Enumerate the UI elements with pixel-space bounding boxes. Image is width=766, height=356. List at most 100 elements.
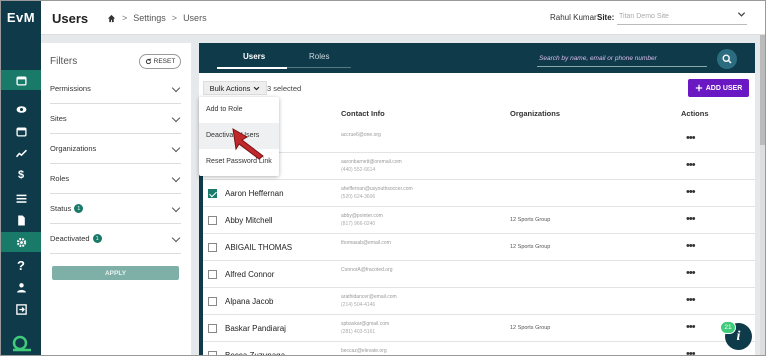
row-checkbox[interactable] — [208, 243, 217, 252]
app-window: EvM $ ? Users > Settings > Users Rahul K… — [0, 0, 766, 356]
home-icon[interactable] — [107, 14, 116, 23]
tab-bar: Users Roles Search by name, email or pho… — [199, 43, 755, 73]
table-row[interactable]: Becca Zuzunaga beccaz@elevate.org ••• — [199, 342, 755, 355]
user-name[interactable]: ABIGAIL THOMAS — [225, 243, 292, 252]
chart-icon[interactable] — [1, 143, 41, 163]
row-actions-button[interactable]: ••• — [686, 186, 696, 198]
chevron-down-icon — [171, 203, 181, 213]
chevron-down-icon[interactable] — [737, 10, 746, 19]
reset-label: RESET — [153, 58, 176, 65]
row-marker — [199, 234, 203, 261]
breadcrumb-settings[interactable]: Settings — [133, 13, 166, 23]
plus-icon — [695, 84, 702, 92]
row-actions-button[interactable]: ••• — [686, 267, 696, 279]
help-icon[interactable]: ? — [1, 255, 41, 275]
filter-label: Sites — [50, 114, 67, 123]
users-panel: Users Roles Search by name, email or pho… — [199, 43, 755, 355]
app-logo: EvM — [6, 9, 36, 25]
user-name[interactable]: Abby Mitchell — [225, 216, 273, 225]
table-row[interactable]: accrue6@one.org ••• — [199, 126, 755, 153]
filter-label: Roles — [50, 174, 70, 183]
row-marker — [199, 315, 203, 342]
user-phone: (440) 552-6614 — [341, 167, 376, 173]
gear-icon[interactable] — [1, 232, 41, 252]
current-user-name[interactable]: Rahul Kumar — [550, 13, 597, 22]
user-name[interactable]: Aaron Heffernan — [225, 189, 284, 198]
person-icon[interactable] — [1, 277, 41, 297]
column-header-contact[interactable]: Contact Info — [341, 109, 385, 118]
row-checkbox[interactable] — [208, 297, 217, 306]
user-name[interactable]: Alfred Connor — [225, 270, 274, 279]
row-actions-button[interactable]: ••• — [686, 159, 696, 171]
filter-deactivated[interactable]: Deactivated 1 — [50, 224, 181, 254]
user-email: beccaz@elevate.org — [341, 348, 387, 354]
user-name[interactable]: Alpana Jacob — [225, 297, 273, 306]
bulk-actions-label: Bulk Actions — [209, 83, 251, 93]
row-actions-button[interactable]: ••• — [686, 321, 696, 333]
chevron-down-icon — [171, 83, 181, 93]
search-icon — [722, 54, 732, 64]
scrollbar-thumb[interactable] — [760, 35, 765, 145]
table-row[interactable]: Abby Mitchell abby@pointer.com (817) 966-0… — [199, 207, 755, 234]
row-actions-button[interactable]: ••• — [686, 348, 696, 355]
row-actions-button[interactable]: ••• — [686, 294, 696, 306]
calendar-icon[interactable] — [1, 121, 41, 141]
logout-icon[interactable] — [1, 299, 41, 319]
add-user-button[interactable]: ADD USER — [688, 79, 749, 97]
row-actions-button[interactable]: ••• — [686, 213, 696, 225]
tab-users[interactable]: Users — [243, 52, 265, 61]
filter-organizations[interactable]: Organizations — [50, 134, 181, 164]
filter-label: Status — [50, 204, 72, 213]
filters-panel: Filters RESET Permissions Sites Organiza… — [41, 43, 191, 355]
table-row[interactable]: ABIGAIL THOMAS thomasab@email.com 12 Sport… — [199, 234, 755, 261]
breadcrumb-users: Users — [183, 13, 207, 23]
row-actions-button[interactable]: ••• — [686, 132, 696, 144]
user-name[interactable]: Becca Zuzunaga — [225, 351, 285, 355]
row-checkbox[interactable] — [208, 189, 217, 198]
table-row[interactable]: Baskar Pandiaraj spbaskar@gmail.com (281) … — [199, 315, 755, 342]
tab-roles[interactable]: Roles — [309, 52, 329, 61]
row-checkbox[interactable] — [208, 351, 217, 355]
user-name[interactable]: Baskar Pandiaraj — [225, 324, 286, 333]
filter-roles[interactable]: Roles — [50, 164, 181, 194]
user-email: arathidancer@email.com — [341, 294, 397, 300]
row-actions-button[interactable]: ••• — [686, 240, 696, 252]
search-input[interactable]: Search by name, email or phone number — [537, 53, 707, 67]
reset-button[interactable]: RESET — [139, 54, 181, 69]
chevron-down-icon — [171, 173, 181, 183]
filters-title: Filters — [50, 56, 78, 67]
filter-count-badge: 1 — [74, 204, 84, 213]
chevron-down-icon — [171, 233, 181, 243]
site-select[interactable]: Titan Demo Site — [617, 10, 747, 25]
row-checkbox[interactable] — [208, 270, 217, 279]
filter-label: Deactivated — [50, 234, 90, 243]
filter-status[interactable]: Status 1 — [50, 194, 181, 224]
eye-icon[interactable] — [1, 99, 41, 119]
table-row[interactable]: aaronbarnett@oremail.com (440) 552-6614 ••… — [199, 153, 755, 180]
search-button[interactable] — [717, 49, 737, 69]
list-icon[interactable] — [1, 188, 41, 208]
filter-count-badge: 1 — [92, 234, 102, 243]
column-header-actions: Actions — [681, 109, 709, 118]
column-header-organizations[interactable]: Organizations — [510, 109, 560, 118]
apply-button[interactable]: APPLY — [52, 266, 179, 280]
row-checkbox[interactable] — [208, 216, 217, 225]
reset-icon — [145, 58, 151, 65]
table-row[interactable]: Alfred Connor ConnorA@fracoted.org ••• — [199, 261, 755, 288]
filter-label: Permissions — [50, 84, 91, 93]
bulk-actions-button[interactable]: Bulk Actions — [203, 81, 267, 95]
user-email: accrue6@one.org — [341, 132, 381, 138]
table-row[interactable]: Alpana Jacob arathidancer@email.com (214) … — [199, 288, 755, 315]
tab-divider — [287, 67, 351, 68]
user-organization: 12 Sports Group — [510, 244, 551, 250]
user-organization: 12 Sports Group — [510, 217, 551, 223]
document-icon[interactable] — [1, 210, 41, 230]
dollar-icon[interactable]: $ — [1, 165, 41, 185]
filter-permissions[interactable]: Permissions — [50, 74, 181, 104]
row-checkbox[interactable] — [208, 324, 217, 333]
table-row[interactable]: Aaron Heffernan aheffernan@usyouthsoccer.… — [199, 180, 755, 207]
menu-item-add-to-role[interactable]: Add to Role — [199, 97, 279, 123]
calendar-icon[interactable] — [1, 70, 41, 90]
row-marker — [199, 261, 203, 288]
filter-sites[interactable]: Sites — [50, 104, 181, 134]
